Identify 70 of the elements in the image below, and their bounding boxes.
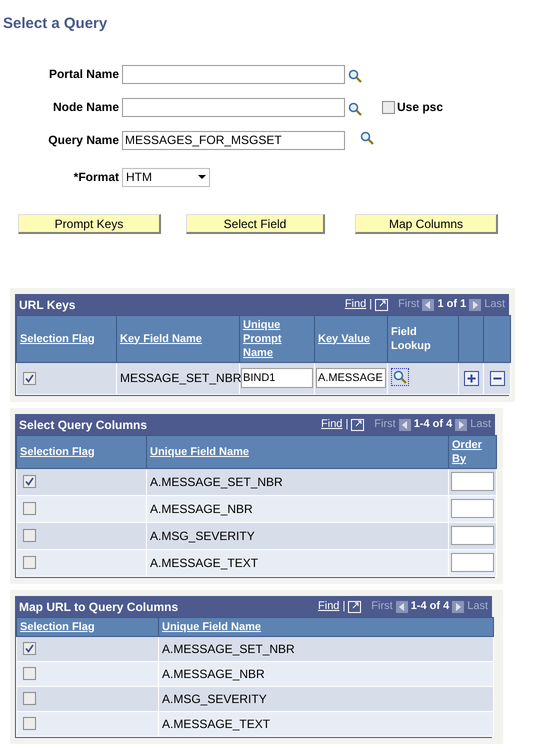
popup-icon[interactable] — [375, 298, 388, 310]
checkbox[interactable] — [23, 667, 36, 680]
popup-icon[interactable] — [351, 418, 364, 430]
delete-row-icon[interactable] — [490, 371, 504, 386]
table-cell: A.MSG_SEVERITY — [150, 528, 255, 542]
table-cell: A.MESSAGE_NBR — [162, 666, 265, 680]
checkbox[interactable] — [23, 692, 36, 705]
grid-title: URL Keys — [19, 296, 76, 314]
action-button[interactable]: Select Field — [186, 214, 325, 234]
field-label: *Format — [72, 169, 120, 186]
table-cell: MESSAGE_SET_NBR — [120, 371, 242, 385]
search-icon[interactable] — [348, 69, 362, 83]
separator-text: | — [369, 297, 372, 312]
grid-title: Map URL to Query Columns — [19, 598, 178, 616]
table-cell: A.MESSAGE_NBR — [150, 502, 253, 516]
separator-text: | — [345, 417, 348, 432]
checkbox[interactable] — [23, 529, 36, 542]
input-field[interactable] — [451, 526, 494, 545]
table-cell: A.MESSAGE_SET_NBR — [162, 642, 295, 656]
column-sort-link[interactable]: Unique Prompt Name — [243, 318, 311, 360]
column-sort-link[interactable]: Order By — [452, 438, 493, 466]
find-link[interactable]: Find — [321, 416, 342, 433]
format-select[interactable]: HTM — [122, 168, 210, 186]
input-field[interactable]: MESSAGES_FOR_MSGSET — [122, 130, 345, 150]
grid-title: Select Query Columns — [19, 416, 148, 434]
field-label: Portal Name — [48, 66, 120, 83]
table-cell: A.MESSAGE_TEXT — [162, 716, 270, 730]
checkbox[interactable] — [23, 502, 36, 515]
checkbox[interactable] — [23, 372, 36, 384]
table-cell: A.MSG_SEVERITY — [162, 692, 267, 706]
find-link[interactable]: Find — [318, 598, 340, 615]
page-range: 1-4 of 4 — [414, 417, 452, 432]
checkbox[interactable] — [23, 475, 36, 488]
column-sort-link[interactable]: Unique Field Name — [150, 444, 445, 458]
input-field[interactable] — [122, 64, 345, 84]
column-label: Field Lookup — [391, 324, 432, 352]
add-row-icon[interactable] — [464, 371, 478, 386]
table-cell: A.MESSAGE_SET_NBR — [150, 474, 283, 488]
checkbox[interactable] — [382, 100, 395, 114]
field-label: Query Name — [47, 132, 120, 149]
input-field[interactable]: A.MESSAGE — [316, 368, 386, 388]
input-field[interactable] — [451, 499, 494, 518]
find-link[interactable]: Find — [344, 296, 366, 313]
search-icon[interactable] — [348, 102, 362, 116]
field-label: Node Name — [52, 99, 120, 116]
checkbox[interactable] — [23, 642, 36, 655]
column-sort-link[interactable]: Selection Flag — [20, 332, 113, 346]
action-button[interactable]: Prompt Keys — [18, 214, 161, 234]
action-button[interactable]: Map Columns — [355, 214, 498, 234]
input-field[interactable] — [451, 472, 494, 491]
page-title: Select a Query — [2, 14, 108, 34]
page-range: 1 of 1 — [437, 297, 466, 312]
page-range: 1-4 of 4 — [410, 599, 450, 614]
column-sort-link[interactable]: Selection Flag — [20, 444, 143, 458]
input-field[interactable] — [451, 553, 494, 572]
checkbox[interactable] — [23, 556, 36, 569]
popup-icon[interactable] — [348, 600, 362, 612]
checkbox[interactable] — [23, 717, 36, 730]
column-sort-link[interactable]: Unique Field Name — [162, 620, 490, 634]
input-field[interactable]: BIND1 — [241, 368, 313, 388]
column-sort-link[interactable]: Selection Flag — [20, 620, 155, 634]
table-cell: A.MESSAGE_TEXT — [150, 556, 258, 570]
input-field[interactable] — [122, 98, 345, 116]
checkbox-label: Use psc — [397, 99, 444, 116]
search-icon[interactable] — [360, 131, 374, 145]
caret-icon — [198, 175, 206, 179]
search-icon[interactable] — [393, 370, 407, 384]
column-sort-link[interactable]: Key Field Name — [120, 332, 236, 346]
separator-text: | — [342, 599, 346, 614]
column-sort-link[interactable]: Key Value — [318, 332, 384, 346]
